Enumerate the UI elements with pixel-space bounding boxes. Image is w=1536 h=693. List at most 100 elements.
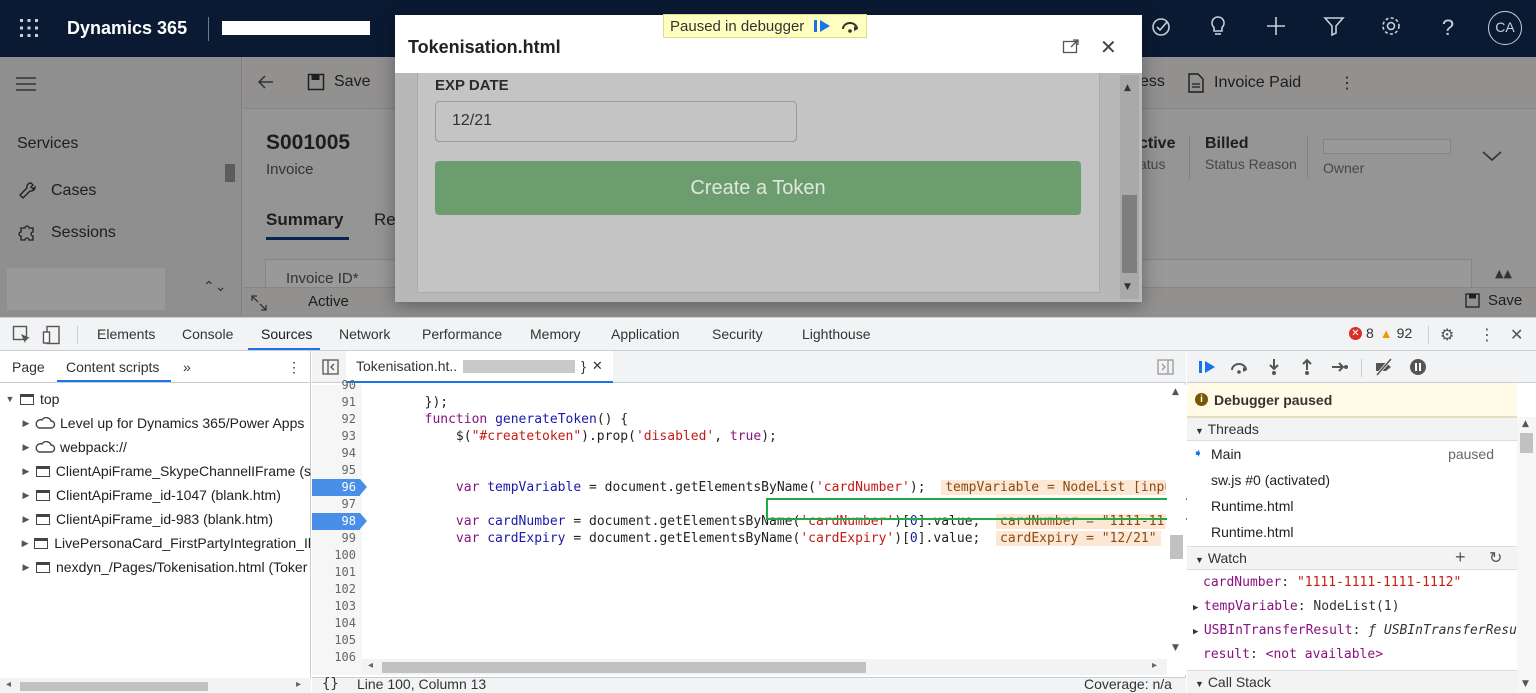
scroll-up-icon[interactable]: ▲: [1124, 83, 1131, 93]
editor-vscrollbar[interactable]: ▲ ▼: [1167, 385, 1186, 675]
tab-security[interactable]: Security: [712, 326, 763, 342]
create-token-button[interactable]: Create a Token: [435, 161, 1081, 215]
triangle-down-icon[interactable]: ▼: [4, 394, 16, 404]
watch-item[interactable]: ▶ tempVariable: NodeList(1): [1187, 595, 1517, 619]
filter-icon[interactable]: [1320, 14, 1348, 42]
step-out-icon[interactable]: [1297, 357, 1317, 377]
line-number[interactable]: 92: [312, 411, 356, 428]
line-number[interactable]: 95: [312, 462, 356, 479]
code-line[interactable]: [362, 581, 1166, 598]
coverage-status[interactable]: Coverage: n/a: [1084, 676, 1172, 692]
settings-gear-icon[interactable]: ⚙: [1440, 325, 1454, 344]
editor-hscroll-thumb[interactable]: [382, 662, 866, 673]
line-number[interactable]: 106: [312, 649, 356, 666]
task-icon[interactable]: [1147, 14, 1175, 42]
scroll-down-icon[interactable]: ▼: [1522, 679, 1529, 689]
deactivate-breakpoints-icon[interactable]: [1374, 357, 1394, 377]
tab-console[interactable]: Console: [182, 326, 233, 342]
code-line[interactable]: function generateToken() {: [362, 411, 1166, 428]
step-icon[interactable]: [1330, 357, 1350, 377]
code-line[interactable]: [362, 445, 1166, 462]
code-line[interactable]: $("#createtoken").prop('disabled', true)…: [362, 428, 1166, 445]
line-number[interactable]: 97: [312, 496, 356, 513]
watch-item[interactable]: ▶ USBInTransferResult: ƒ USBInTransferRe…: [1187, 619, 1517, 643]
issue-counts[interactable]: ✕ 8 ▲ 92: [1349, 325, 1412, 341]
inspect-element-icon[interactable]: [12, 325, 32, 345]
line-number[interactable]: 104: [312, 615, 356, 632]
line-number[interactable]: 100: [312, 547, 356, 564]
user-avatar[interactable]: CA: [1488, 11, 1522, 45]
tab-application[interactable]: Application: [611, 326, 680, 342]
tab-content-scripts[interactable]: Content scripts: [66, 359, 159, 375]
tree-item[interactable]: ▶ nexdyn_/Pages/Tokenisation.html (Toker: [0, 555, 311, 579]
tab-memory[interactable]: Memory: [530, 326, 581, 342]
breakpoint-line-number[interactable]: 96: [312, 479, 367, 496]
toggle-debugger-icon[interactable]: [1157, 359, 1174, 375]
tab-page[interactable]: Page: [12, 359, 45, 375]
popout-icon[interactable]: [1062, 38, 1080, 56]
breakpoint-line-number[interactable]: 98: [312, 513, 367, 530]
code-line[interactable]: [362, 377, 1166, 394]
code-line[interactable]: });: [362, 394, 1166, 411]
code-line[interactable]: [362, 615, 1166, 632]
line-number[interactable]: 102: [312, 581, 356, 598]
triangle-right-icon[interactable]: ▶: [20, 466, 32, 477]
triangle-right-icon[interactable]: ▶: [20, 418, 32, 429]
resume-icon[interactable]: [1197, 357, 1217, 377]
thread-row-main[interactable]: ➧ Main paused: [1187, 442, 1517, 468]
debugger-scroll-thumb[interactable]: [1520, 433, 1533, 453]
lightbulb-icon[interactable]: [1204, 14, 1232, 42]
line-number[interactable]: 103: [312, 598, 356, 615]
dialog-scroll-thumb[interactable]: [1122, 195, 1137, 273]
tree-item[interactable]: ▶ ClientApiFrame_id-1047 (blank.htm): [0, 483, 311, 507]
line-number[interactable]: 99: [312, 530, 356, 547]
tab-performance[interactable]: Performance: [422, 326, 502, 342]
refresh-icon[interactable]: ↻: [1489, 548, 1502, 568]
step-over-icon[interactable]: [1229, 357, 1249, 377]
navigator-menu-icon[interactable]: ⋮: [287, 359, 301, 376]
more-options-icon[interactable]: ⋮: [1479, 325, 1495, 344]
code-line[interactable]: var cardExpiry = document.getElementsByN…: [362, 530, 1166, 547]
code-line[interactable]: [362, 598, 1166, 615]
tab-sources[interactable]: Sources: [261, 326, 312, 342]
line-number[interactable]: 93: [312, 428, 356, 445]
tab-elements[interactable]: Elements: [97, 326, 155, 342]
thread-row[interactable]: Runtime.html: [1187, 494, 1517, 520]
app-launcher-icon[interactable]: [18, 17, 40, 39]
code-line[interactable]: [362, 632, 1166, 649]
editor-scroll-thumb[interactable]: [1170, 535, 1183, 559]
thread-row[interactable]: sw.js #0 (activated): [1187, 468, 1517, 494]
line-number[interactable]: 101: [312, 564, 356, 581]
editor-hscrollbar[interactable]: ◂ ▸: [362, 659, 1167, 675]
line-number[interactable]: 90: [312, 377, 356, 394]
exp-date-input[interactable]: 12/21: [435, 101, 797, 142]
scroll-right-icon[interactable]: ▸: [1152, 660, 1157, 671]
scroll-left-icon[interactable]: ◂: [368, 660, 373, 671]
add-watch-icon[interactable]: +: [1455, 547, 1466, 568]
device-toolbar-icon[interactable]: [42, 325, 62, 345]
close-tab-icon[interactable]: ✕: [592, 358, 603, 374]
gear-icon[interactable]: [1377, 14, 1405, 42]
tree-item[interactable]: ▶ webpack://: [0, 435, 311, 459]
watch-item[interactable]: cardNumber: "1111-1111-1111-1112": [1187, 571, 1517, 595]
step-over-button[interactable]: [840, 18, 860, 34]
help-icon[interactable]: ?: [1434, 14, 1462, 42]
navigator-scroll-thumb[interactable]: [20, 682, 208, 691]
scroll-down-icon[interactable]: ▼: [1172, 643, 1179, 653]
scroll-up-icon[interactable]: ▲: [1172, 387, 1179, 397]
plus-icon[interactable]: [1262, 14, 1290, 42]
close-icon[interactable]: ✕: [1100, 35, 1117, 59]
scroll-left-icon[interactable]: ◂: [6, 679, 11, 690]
scroll-down-icon[interactable]: ▼: [1124, 282, 1131, 292]
scroll-up-icon[interactable]: ▲: [1522, 419, 1529, 429]
callstack-section-header[interactable]: ▼ Call Stack: [1187, 670, 1517, 693]
close-devtools-icon[interactable]: ✕: [1510, 325, 1523, 344]
triangle-right-icon[interactable]: ▶: [20, 562, 32, 573]
code-line[interactable]: var tempVariable = document.getElementsB…: [362, 479, 1166, 496]
step-into-icon[interactable]: [1264, 357, 1284, 377]
tree-item[interactable]: ▶ ClientApiFrame_SkypeChannelIFrame (s: [0, 459, 311, 483]
code-line[interactable]: [362, 462, 1166, 479]
triangle-right-icon[interactable]: ▶: [20, 490, 32, 501]
watch-section-header[interactable]: ▼ Watch + ↻: [1187, 546, 1517, 570]
thread-row[interactable]: Runtime.html: [1187, 520, 1517, 546]
